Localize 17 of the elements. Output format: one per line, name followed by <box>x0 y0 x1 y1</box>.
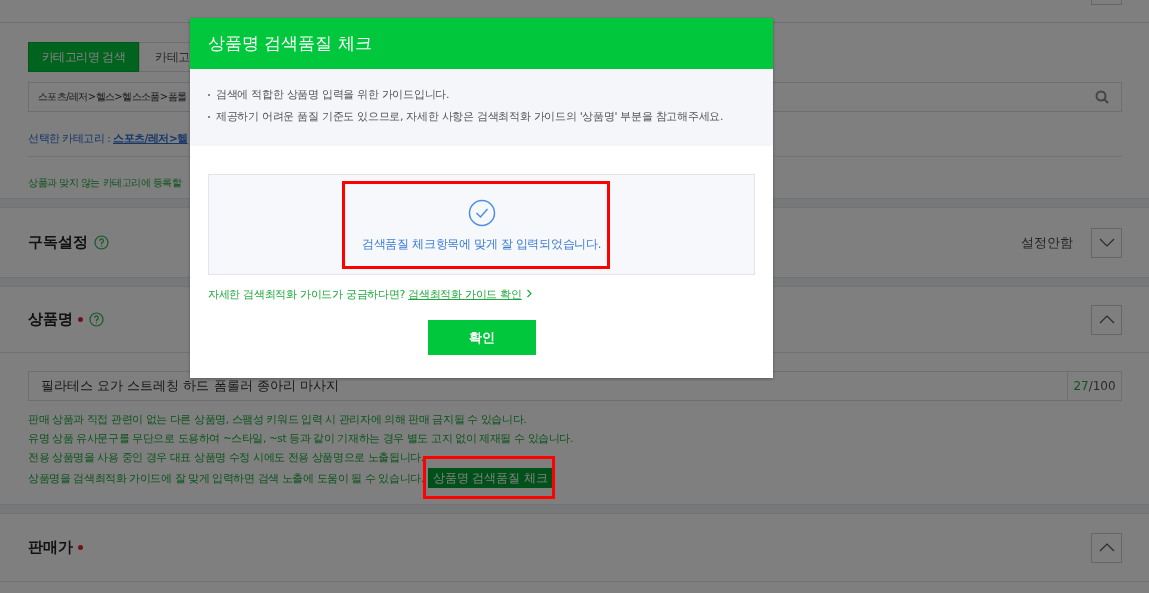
guide-prompt: 자세한 검색최적화 가이드가 궁금하다면? 검색최적화 가이드 확인 <box>208 287 755 302</box>
help-text: 상품명을 검색최적화 가이드에 잘 맞게 입력하면 검색 노출에 도움이 될 수 있습니다. <box>28 470 424 486</box>
category-notice: 상품과 맞지 않는 카테고리에 등록할 <box>28 176 183 190</box>
character-limit: /100 <box>1088 379 1116 393</box>
section-title: 상품명 <box>28 310 73 329</box>
result-message: 검색품질 체크항목에 맞게 잘 입력되었습니다. <box>361 237 602 252</box>
section-title: 판매가 <box>28 538 73 557</box>
help-text: 판매 상품과 직접 관련이 없는 다른 상품명, 스팸성 키워드 입력 시 관리자에 의해 판매 금지될 수 있습니다. <box>28 412 528 427</box>
help-text: 전용 상품명을 사용 중인 경우 대표 상품명 수정 시에도 전용 상품명으로 노출됩니다. <box>28 450 425 465</box>
subscription-value: 설정안함 <box>1021 233 1073 252</box>
selected-category: 선택한 카테고리 : 스포츠/레저>헬 <box>28 131 189 146</box>
guide-text: 제공하기 어려운 품질 기준도 있으므로, 자세한 사항은 검색최적화 가이드의 '상품명' 부분을 참고해주세요. <box>216 109 724 125</box>
section-title: 구독설정 <box>28 233 88 252</box>
help-text: 유명 상품 유사문구를 무단으로 도용하여 ~스타일, ~st 등과 같이 기재하는 경우 별도 고지 없이 제재될 수 있습니다. <box>28 431 574 446</box>
character-count: 27 <box>1073 379 1089 393</box>
dialog-title: 상품명 검색품질 체크 <box>190 18 773 69</box>
guide-text: 검색에 적합한 상품명 입력을 위한 가이드입니다. <box>216 87 450 103</box>
